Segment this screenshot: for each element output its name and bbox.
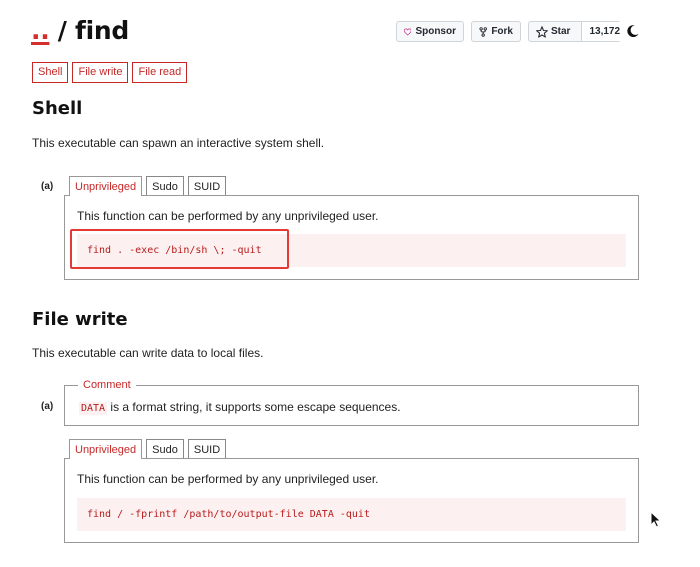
tab-unprivileged[interactable]: Unprivileged bbox=[69, 439, 143, 459]
shell-code-block[interactable]: find . -exec /bin/sh \; -quit bbox=[77, 234, 626, 267]
file-write-code-block[interactable]: find / -fprintf /path/to/output-file DAT… bbox=[77, 498, 626, 531]
file-write-panel: This function can be performed by any un… bbox=[64, 458, 639, 543]
tag-file-read[interactable]: File read bbox=[132, 62, 188, 83]
tab-sudo[interactable]: Sudo bbox=[146, 176, 184, 195]
mouse-cursor-icon bbox=[650, 511, 662, 528]
file-write-tabs: Unprivileged Sudo SUID bbox=[69, 439, 227, 459]
fork-icon bbox=[479, 26, 487, 37]
tag-shell[interactable]: Shell bbox=[32, 62, 69, 83]
parent-link[interactable]: .. bbox=[31, 16, 50, 45]
file-write-description: This executable can write data to local … bbox=[32, 346, 264, 360]
star-icon bbox=[536, 25, 548, 38]
file-write-code-text: find / -fprintf /path/to/output-file DAT… bbox=[87, 509, 370, 520]
shell-code-text: find . -exec /bin/sh \; -quit bbox=[87, 245, 262, 256]
shell-example-label: (a) bbox=[41, 181, 54, 192]
moon-icon[interactable] bbox=[626, 24, 640, 38]
tab-unprivileged[interactable]: Unprivileged bbox=[69, 176, 143, 196]
tag-file-write[interactable]: File write bbox=[72, 62, 129, 83]
shell-tabs: Unprivileged Sudo SUID bbox=[69, 176, 227, 196]
heart-icon bbox=[404, 28, 412, 35]
fork-label: Fork bbox=[491, 26, 513, 37]
shell-description: This executable can spawn an interactive… bbox=[32, 136, 325, 150]
file-write-panel-text: This function can be performed by any un… bbox=[77, 472, 379, 486]
function-tags: Shell File write File read bbox=[32, 62, 188, 83]
shell-panel: This function can be performed by any un… bbox=[64, 195, 639, 280]
comment-box: Comment DATA is a format string, it supp… bbox=[64, 379, 639, 426]
file-write-heading: File write bbox=[32, 309, 128, 330]
comment-legend: Comment bbox=[78, 379, 136, 391]
shell-panel-text: This function can be performed by any un… bbox=[77, 209, 379, 223]
page-title: .. / find bbox=[31, 16, 129, 45]
shell-heading: Shell bbox=[32, 98, 83, 119]
comment-text: DATA is a format string, it supports som… bbox=[79, 400, 401, 415]
fork-button[interactable]: Fork bbox=[471, 21, 521, 42]
sponsor-button[interactable]: Sponsor bbox=[396, 21, 464, 42]
star-label: Star bbox=[551, 26, 571, 37]
tab-sudo[interactable]: Sudo bbox=[146, 439, 184, 458]
tab-suid[interactable]: SUID bbox=[187, 176, 227, 195]
tab-suid[interactable]: SUID bbox=[187, 439, 227, 458]
star-count[interactable]: 13,172 bbox=[581, 22, 628, 41]
file-write-example-label: (a) bbox=[41, 401, 54, 412]
star-button[interactable]: Star 13,172 bbox=[528, 21, 628, 42]
comment-inline-code: DATA bbox=[79, 402, 108, 415]
comment-sentence: is a format string, it supports some esc… bbox=[107, 400, 401, 414]
sponsor-label: Sponsor bbox=[415, 26, 456, 37]
page-title-text: / find bbox=[49, 16, 129, 45]
